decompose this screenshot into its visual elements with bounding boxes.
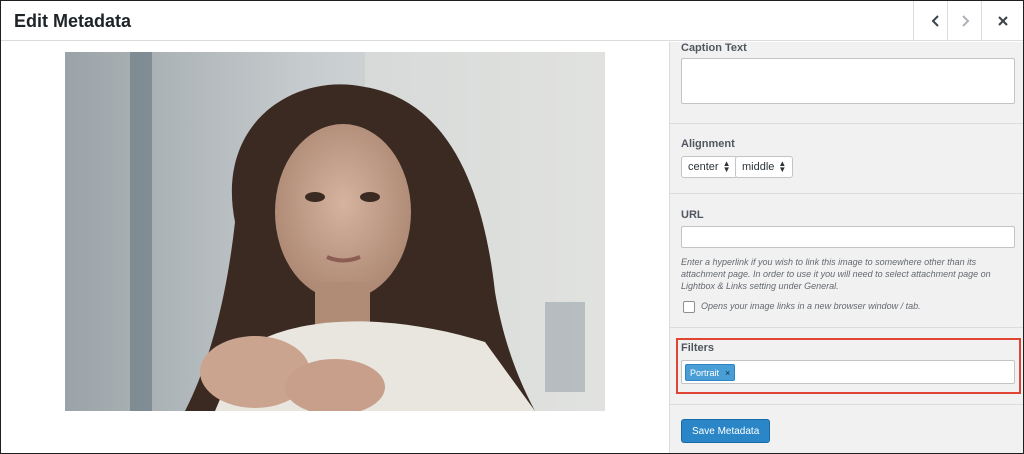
caption-label: Caption Text — [681, 42, 747, 54]
vertical-alignment-value: middle — [742, 161, 775, 173]
url-help-text: Enter a hyperlink if you wish to link th… — [681, 257, 991, 291]
alignment-label: Alignment — [681, 138, 735, 150]
metadata-sidebar: Caption Text Alignment center ▲ ▼ middle … — [669, 42, 1023, 453]
select-arrows-icon: ▲ ▼ — [722, 159, 731, 174]
horizontal-alignment-select[interactable]: center ▲ ▼ — [681, 156, 738, 178]
divider — [670, 327, 1023, 328]
edit-metadata-modal: Edit Metadata Caption Text Alignment cen… — [0, 0, 1024, 454]
new-window-label: Opens your image links in a new browser … — [701, 301, 921, 311]
remove-tag-icon[interactable]: × — [725, 368, 730, 378]
chevron-right-icon — [961, 15, 969, 27]
modal-header: Edit Metadata — [1, 1, 1023, 41]
next-button[interactable] — [947, 1, 981, 41]
select-arrows-icon: ▲ ▼ — [778, 159, 787, 174]
close-button[interactable] — [981, 1, 1023, 41]
filter-tag: Portrait × — [685, 364, 736, 381]
divider — [670, 193, 1023, 194]
chevron-left-icon — [931, 15, 939, 27]
caption-textarea[interactable] — [681, 58, 1015, 104]
image-preview-pane — [1, 42, 669, 453]
filter-tag-label: Portrait — [690, 367, 720, 378]
portrait-photo — [65, 52, 605, 411]
save-metadata-button[interactable]: Save Metadata — [681, 419, 771, 443]
close-icon — [997, 16, 1008, 26]
url-label: URL — [681, 209, 704, 221]
divider — [670, 123, 1023, 124]
modal-title: Edit Metadata — [14, 11, 132, 31]
filters-label: Filters — [681, 342, 715, 354]
new-window-checkbox[interactable] — [683, 301, 695, 313]
url-input[interactable] — [681, 226, 1015, 248]
vertical-alignment-select[interactable]: middle ▲ ▼ — [735, 156, 794, 178]
horizontal-alignment-value: center — [688, 161, 719, 173]
divider — [670, 404, 1023, 405]
filters-tag-input[interactable]: Portrait × — [681, 360, 1015, 384]
